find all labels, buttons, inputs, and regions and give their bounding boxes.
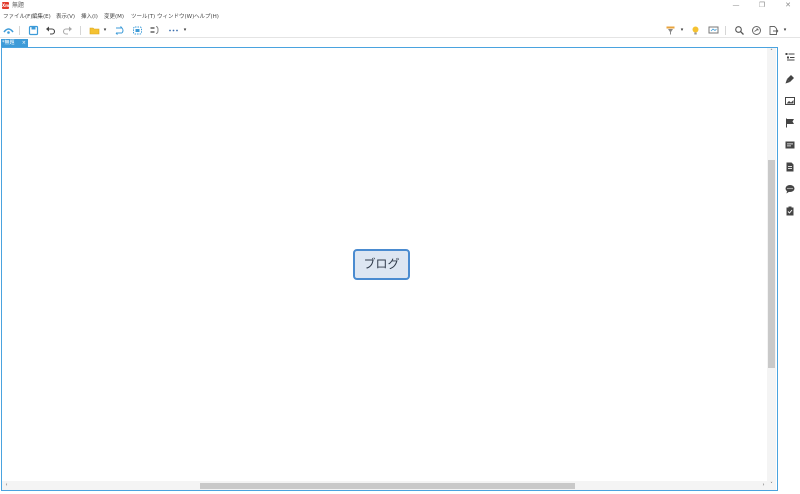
- horizontal-scrollbar[interactable]: ‹ ›: [2, 481, 768, 490]
- toolbar-separator: [80, 26, 81, 35]
- menu-edit[interactable]: 編集(E): [32, 13, 51, 21]
- lightbulb-icon[interactable]: [690, 25, 701, 36]
- more-dropdown-caret[interactable]: ▾: [182, 26, 188, 34]
- toolbar-separator: [725, 26, 726, 35]
- minimize-button[interactable]: —: [729, 1, 743, 10]
- summary-icon[interactable]: [149, 25, 160, 36]
- app-logo-icon: Xm: [2, 2, 10, 9]
- menu-view[interactable]: 表示(V): [56, 13, 75, 21]
- home-icon[interactable]: [3, 25, 14, 36]
- menu-tools[interactable]: ツール(T): [131, 13, 155, 21]
- undo-icon[interactable]: [45, 25, 56, 36]
- filter-icon[interactable]: [665, 25, 676, 36]
- scroll-down-icon[interactable]: ˅: [767, 481, 776, 490]
- vertical-scrollbar[interactable]: ˄ ˅: [767, 48, 776, 490]
- mindmap-canvas[interactable]: ブログ ˄ ˅ ‹ ›: [1, 47, 778, 491]
- share-icon[interactable]: [751, 25, 762, 36]
- restore-button[interactable]: ❐: [755, 1, 769, 10]
- notes-icon[interactable]: [785, 140, 795, 150]
- presentation-icon[interactable]: [708, 25, 719, 36]
- more-icon[interactable]: [168, 25, 179, 36]
- redo-icon[interactable]: [62, 25, 73, 36]
- side-panel: [780, 38, 800, 494]
- scroll-left-icon[interactable]: ‹: [2, 481, 11, 490]
- outline-icon[interactable]: [785, 52, 795, 62]
- task-icon[interactable]: [785, 206, 795, 216]
- window-title: 無題: [12, 2, 25, 9]
- scroll-up-icon[interactable]: ˄: [767, 48, 776, 57]
- search-icon[interactable]: [734, 25, 745, 36]
- menu-modify[interactable]: 変更(M): [104, 13, 124, 21]
- marker-icon[interactable]: [785, 118, 795, 128]
- central-topic[interactable]: ブログ: [353, 249, 410, 280]
- menu-file[interactable]: ファイル(F): [3, 13, 32, 21]
- close-window-button[interactable]: ✕: [781, 1, 795, 10]
- document-icon[interactable]: [785, 162, 795, 172]
- horizontal-scroll-thumb[interactable]: [200, 483, 575, 489]
- title-bar: Xm 無題 — ❐ ✕: [0, 0, 800, 12]
- tab-strip: *無題 ×: [0, 38, 800, 47]
- comment-icon[interactable]: [785, 184, 795, 194]
- relationship-icon[interactable]: [114, 25, 125, 36]
- toolbar-separator: [19, 26, 20, 35]
- folder-icon[interactable]: [89, 25, 100, 36]
- format-icon[interactable]: [785, 74, 795, 84]
- menu-insert[interactable]: 挿入(I): [81, 13, 98, 21]
- vertical-scroll-thumb[interactable]: [768, 160, 775, 368]
- menu-bar: ファイル(F) 編集(E) 表示(V) 挿入(I) 変更(M) ツール(T) ウ…: [0, 12, 800, 22]
- toolbar: ▾ ▾ ▾ ▾: [0, 22, 800, 38]
- scroll-right-icon[interactable]: ›: [759, 481, 768, 490]
- folder-dropdown-caret[interactable]: ▾: [102, 26, 108, 34]
- tab-label: *無題: [2, 40, 15, 46]
- save-icon[interactable]: [28, 25, 39, 36]
- menu-help[interactable]: ヘルプ(H): [194, 13, 219, 21]
- menu-window[interactable]: ウィンドウ(W): [157, 13, 194, 21]
- image-icon[interactable]: [785, 96, 795, 106]
- export-icon[interactable]: [768, 25, 779, 36]
- export-dropdown-caret[interactable]: ▾: [782, 26, 788, 34]
- filter-dropdown-caret[interactable]: ▾: [679, 26, 685, 34]
- tab-untitled[interactable]: *無題 ×: [1, 39, 28, 47]
- boundary-icon[interactable]: [132, 25, 143, 36]
- tab-close-icon[interactable]: ×: [22, 39, 26, 47]
